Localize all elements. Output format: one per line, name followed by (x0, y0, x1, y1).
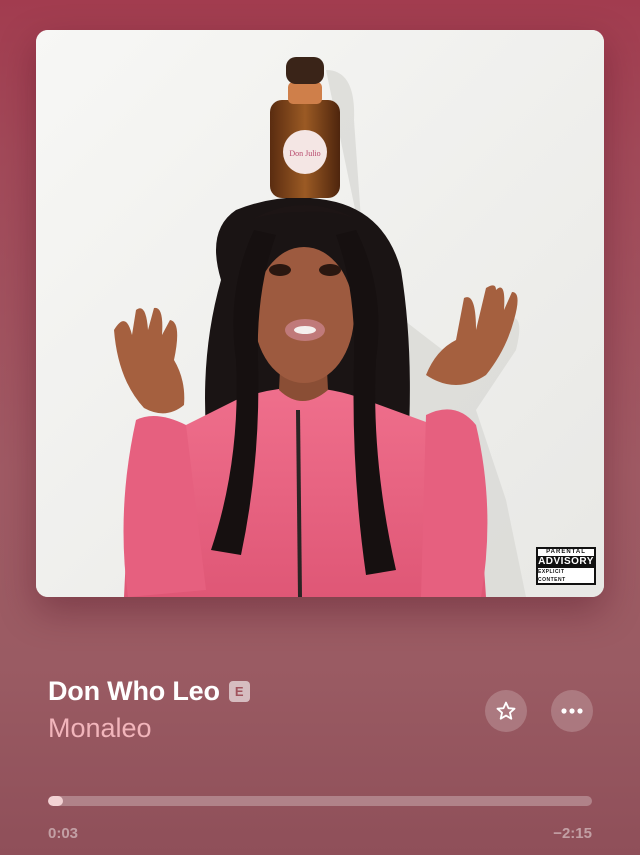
favorite-button[interactable] (485, 690, 527, 732)
advisory-middle-text: ADVISORY (538, 556, 594, 568)
time-elapsed: 0:03 (48, 825, 79, 842)
artist-name[interactable]: Monaleo (48, 713, 250, 744)
artwork-illustration: Don Julio (36, 30, 604, 597)
svg-text:Don Julio: Don Julio (289, 149, 320, 158)
title-row: Don Who Leo E (48, 676, 250, 707)
explicit-badge: E (228, 681, 250, 702)
parental-advisory-label: PARENTAL ADVISORY EXPLICIT CONTENT (536, 547, 596, 585)
playback-scrubber[interactable] (48, 796, 592, 806)
playback-progress-fill (48, 796, 64, 806)
track-info: Don Who Leo E Monaleo (48, 676, 250, 744)
advisory-bottom-text: EXPLICIT CONTENT (538, 569, 566, 583)
ellipsis-icon (561, 708, 583, 714)
more-options-button[interactable] (551, 690, 593, 732)
album-artwork: Don Julio PARENTAL ADVISORY EXPLICIT CON… (36, 30, 604, 597)
star-icon (496, 701, 516, 720)
advisory-top-text: PARENTAL (546, 549, 586, 555)
time-remaining: −2:15 (553, 825, 592, 842)
song-title[interactable]: Don Who Leo (48, 676, 220, 707)
